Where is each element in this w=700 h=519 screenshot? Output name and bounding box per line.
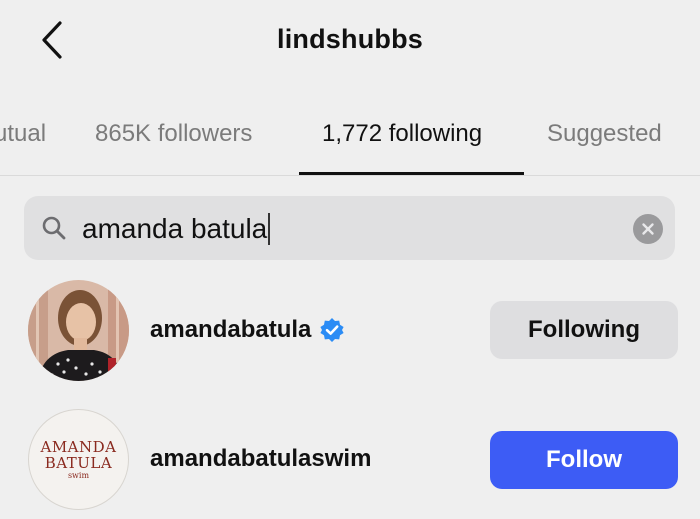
brand-logo-subline: swim [67, 470, 90, 480]
search-input[interactable]: amanda batula [82, 213, 271, 245]
username[interactable]: amandabatula [150, 316, 345, 344]
avatar[interactable] [28, 280, 129, 381]
tab-suggested[interactable]: Suggested [547, 120, 662, 148]
username-text: amandabatula [150, 316, 312, 343]
list-item[interactable]: AMANDA BATULA swim amandabatulaswim Foll… [0, 409, 700, 513]
page-title: lindshubbs [277, 24, 423, 54]
search-bar[interactable]: amanda batula [24, 196, 675, 260]
active-tab-indicator [299, 172, 524, 175]
header: lindshubbs [0, 0, 700, 84]
username-text: amandabatulaswim [150, 445, 372, 472]
brand-logo-line: BATULA [44, 453, 113, 472]
tab-followers[interactable]: 865K followers [95, 120, 252, 148]
username[interactable]: amandabatulaswim [150, 445, 371, 473]
follow-button[interactable]: Follow [490, 431, 678, 489]
avatar[interactable]: AMANDA BATULA swim [28, 409, 129, 510]
clear-icon [642, 223, 654, 235]
brand-logo-line: AMANDA [40, 437, 117, 456]
tab-mutual[interactable]: utual [0, 120, 46, 148]
tab-bar: utual 865K followers 1,772 following Sug… [0, 100, 700, 176]
profile-photo [28, 280, 129, 381]
verified-badge-icon [320, 318, 344, 342]
clear-search-button[interactable] [633, 214, 663, 244]
tab-following[interactable]: 1,772 following [322, 120, 482, 148]
search-icon [42, 216, 66, 240]
list-item[interactable]: amandabatula Following [0, 280, 700, 384]
following-button[interactable]: Following [490, 301, 678, 359]
search-input-value: amanda batula [82, 213, 268, 244]
text-cursor [268, 213, 271, 245]
